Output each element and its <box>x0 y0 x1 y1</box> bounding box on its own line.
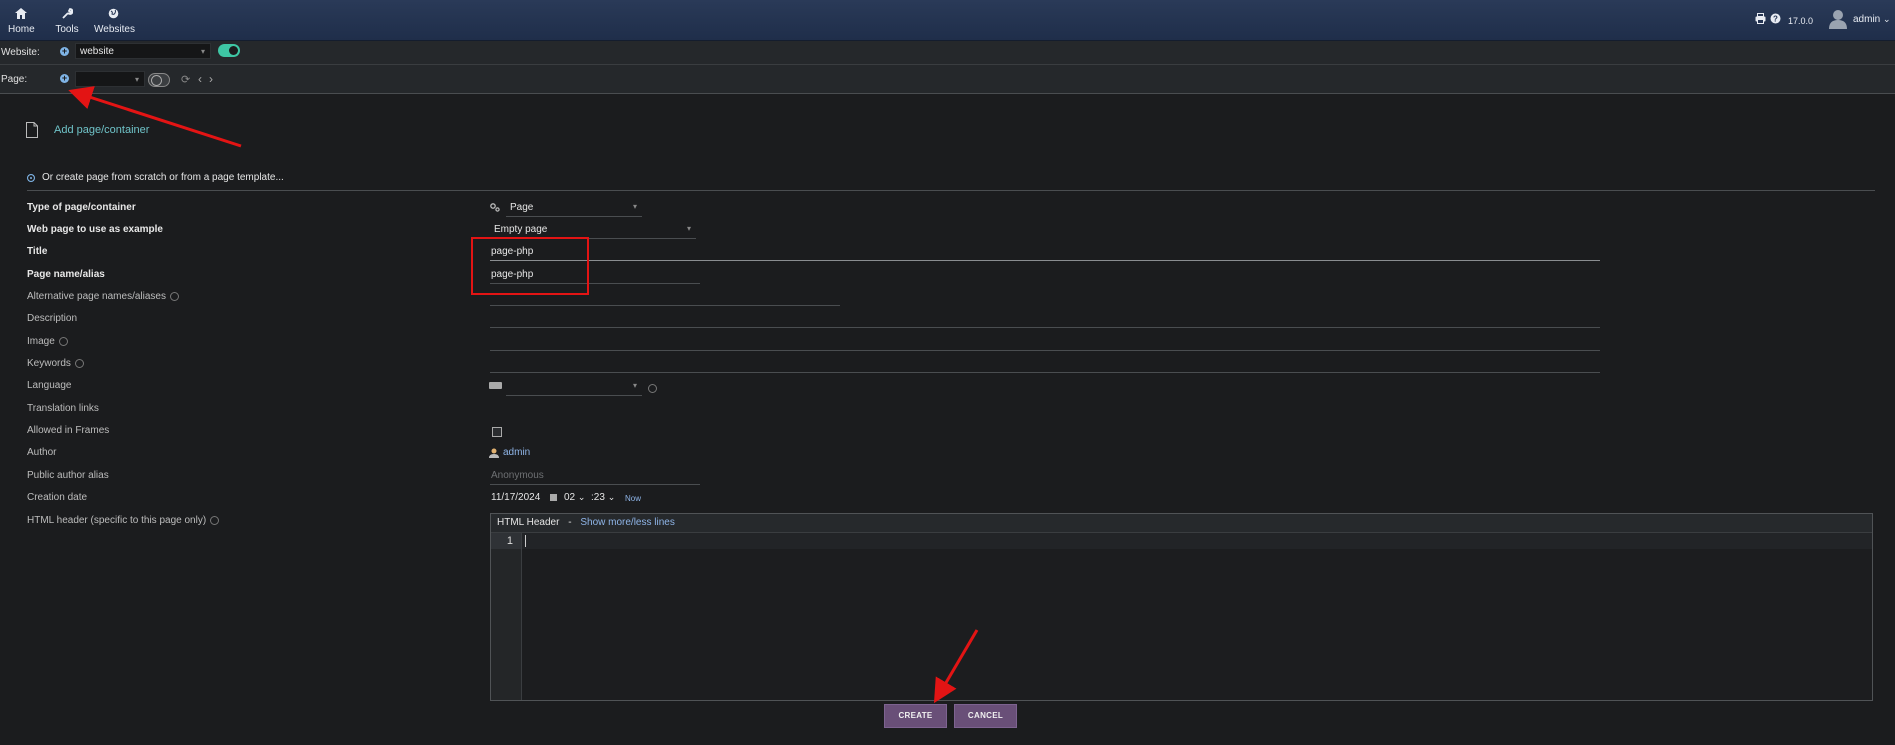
annotation-arrow-create <box>933 629 979 704</box>
annotation-arrow-add-page <box>68 86 242 148</box>
annotation-arrows <box>68 86 979 704</box>
